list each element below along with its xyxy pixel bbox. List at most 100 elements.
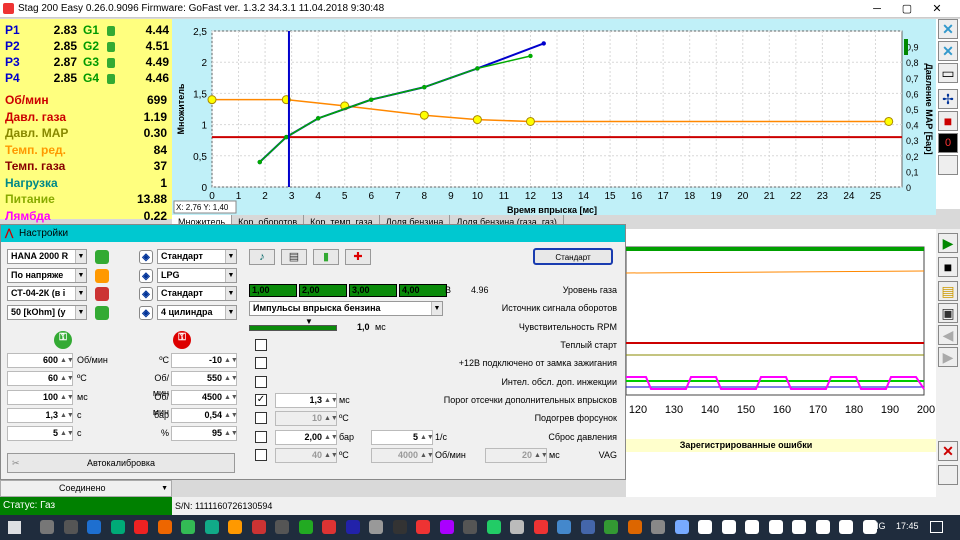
control-point[interactable]: [525, 116, 535, 126]
checkbox[interactable]: [255, 357, 267, 370]
left-select[interactable]: СТ-04-2К (в і ▼: [7, 286, 87, 301]
close-x-icon-2[interactable]: ✕: [938, 41, 958, 61]
mid-select[interactable]: 4 цилиндра ▼: [157, 304, 237, 320]
taskbar-app-icon[interactable]: [721, 520, 736, 534]
spinner-arrows-icon[interactable]: ▲▼: [420, 450, 434, 461]
taskbar-app-icon[interactable]: [651, 520, 665, 534]
window-icon[interactable]: ▭: [938, 63, 958, 83]
taskbar-app-icon[interactable]: [181, 520, 195, 534]
check-value3-spinner[interactable]: 20 ▲▼: [485, 447, 548, 463]
taskbar-app-icon[interactable]: [204, 520, 219, 534]
taskbar-app-icon[interactable]: [392, 520, 407, 534]
blank-icon[interactable]: [938, 465, 958, 485]
mid-value-spinner[interactable]: 550 ▲▼: [171, 371, 238, 387]
start-icon[interactable]: [8, 521, 21, 534]
dialog-header[interactable]: ⋀ Настройки: [1, 225, 625, 242]
blank-button[interactable]: [938, 155, 958, 175]
check-value-spinner[interactable]: 40 ▲▼: [275, 447, 338, 463]
spinner-arrows-icon[interactable]: ▲▼: [224, 355, 238, 366]
spinner-arrows-icon[interactable]: ▲▼: [60, 355, 74, 366]
plus-icon[interactable]: ✚: [345, 249, 371, 265]
checkbox[interactable]: [255, 339, 267, 351]
settings-icon[interactable]: ✢: [938, 89, 958, 109]
back-icon[interactable]: ◀: [938, 325, 958, 345]
taskbar-app-icon[interactable]: [557, 520, 571, 534]
taskbar-app-icon[interactable]: [815, 520, 830, 534]
spinner-arrows-icon[interactable]: ▲▼: [224, 428, 238, 439]
checkbox[interactable]: ✓: [255, 393, 267, 406]
taskbar-app-icon[interactable]: [87, 520, 101, 534]
clock[interactable]: 17:45: [896, 521, 919, 531]
left-select[interactable]: HANA 2000 R ▼: [7, 249, 87, 264]
music-icon[interactable]: ♪: [249, 249, 275, 265]
collapse-icon[interactable]: ⋀: [5, 225, 13, 242]
taskbar-app-icon[interactable]: [792, 520, 806, 534]
spinner-arrows-icon[interactable]: ▲▼: [60, 428, 74, 439]
spinner-arrows-icon[interactable]: ▲▼: [224, 373, 238, 384]
ecu-icon[interactable]: ■: [938, 111, 958, 131]
taskbar-app-icon[interactable]: [298, 520, 313, 534]
folder-icon[interactable]: ▤: [938, 281, 958, 301]
check-value2-spinner[interactable]: 5 ▲▼: [371, 429, 434, 445]
taskbar-app-icon[interactable]: [228, 520, 242, 534]
mid-value-spinner[interactable]: 95 ▲▼: [171, 426, 238, 442]
play-icon[interactable]: ▶: [938, 233, 958, 253]
taskbar-app-icon[interactable]: [134, 520, 148, 534]
taskbar-app-icon[interactable]: [275, 520, 289, 534]
injector-small-icon[interactable]: ▮: [313, 249, 339, 265]
checkbox[interactable]: [255, 412, 267, 425]
check-value2-spinner[interactable]: 4000 ▲▼: [371, 447, 434, 463]
spinner-arrows-icon[interactable]: ▲▼: [324, 413, 338, 424]
standard-button[interactable]: Стандарт: [533, 248, 613, 265]
taskbar-app-icon[interactable]: [63, 520, 78, 534]
taskbar-app-icon[interactable]: [110, 520, 125, 534]
spinner-arrows-icon[interactable]: ▲▼: [60, 373, 74, 384]
mid-select[interactable]: Стандарт ▼: [157, 286, 237, 301]
taskbar-app-icon[interactable]: [698, 520, 712, 534]
mid-value-spinner[interactable]: 4500 ▲▼: [171, 389, 238, 405]
check-value-spinner[interactable]: 1,3 ▲▼: [275, 392, 338, 408]
spinner-arrows-icon[interactable]: ▲▼: [420, 432, 434, 443]
minimize-button[interactable]: ─: [862, 0, 892, 18]
taskbar-app-icon[interactable]: [745, 520, 759, 534]
left-select[interactable]: По напряже ▼: [7, 267, 87, 283]
taskbar-app-icon[interactable]: [40, 520, 54, 534]
lock-icon[interactable]: ⚿: [173, 331, 191, 349]
left-value-spinner[interactable]: 60 ▲▼: [7, 371, 74, 387]
spinner-arrows-icon[interactable]: ▲▼: [324, 432, 338, 443]
mid-select[interactable]: LPG ▼: [157, 267, 237, 283]
rpm-sensitivity-slider[interactable]: [249, 325, 337, 331]
close-button[interactable]: ✕: [922, 0, 952, 18]
taskbar-app-icon[interactable]: [416, 520, 430, 534]
left-select[interactable]: 50 [kOhm] (у ▼: [7, 304, 87, 320]
unlock-icon[interactable]: ⚿: [54, 331, 72, 349]
mid-select[interactable]: Стандарт ▼: [157, 249, 237, 264]
close-red-icon[interactable]: ✕: [938, 441, 958, 461]
checkbox[interactable]: [255, 430, 267, 443]
maximize-button[interactable]: ▢: [892, 0, 922, 18]
taskbar-app-icon[interactable]: [839, 520, 853, 534]
mid-value-spinner[interactable]: -10 ▲▼: [171, 353, 238, 368]
taskbar-app-icon[interactable]: [322, 520, 336, 534]
spinner-arrows-icon[interactable]: ▲▼: [60, 410, 74, 421]
checkbox[interactable]: [255, 375, 267, 388]
autocalibration-button[interactable]: ✂ Автокалибровка: [7, 453, 235, 473]
taskbar-app-icon[interactable]: [580, 520, 595, 534]
taskbar-app-icon[interactable]: [510, 520, 524, 534]
taskbar-app-icon[interactable]: [463, 520, 477, 534]
taskbar-app-icon[interactable]: [674, 520, 689, 534]
taskbar-app-icon[interactable]: [486, 520, 501, 534]
connection-select[interactable]: Соединено ▼: [0, 480, 172, 497]
control-point[interactable]: [419, 110, 429, 120]
left-value-spinner[interactable]: 600 ▲▼: [7, 353, 74, 368]
control-point[interactable]: [207, 95, 217, 105]
save-icon[interactable]: ▣: [938, 303, 958, 323]
checkbox[interactable]: [255, 448, 267, 461]
left-value-spinner[interactable]: 100 ▲▼: [7, 389, 74, 405]
taskbar-app-icon[interactable]: [251, 520, 266, 534]
check-value-spinner[interactable]: 10 ▲▼: [275, 411, 338, 427]
spinner-arrows-icon[interactable]: ▲▼: [324, 450, 338, 461]
taskbar-app-icon[interactable]: [345, 520, 360, 534]
close-x-icon[interactable]: ✕: [938, 19, 958, 39]
taskbar-app-icon[interactable]: [768, 520, 783, 534]
